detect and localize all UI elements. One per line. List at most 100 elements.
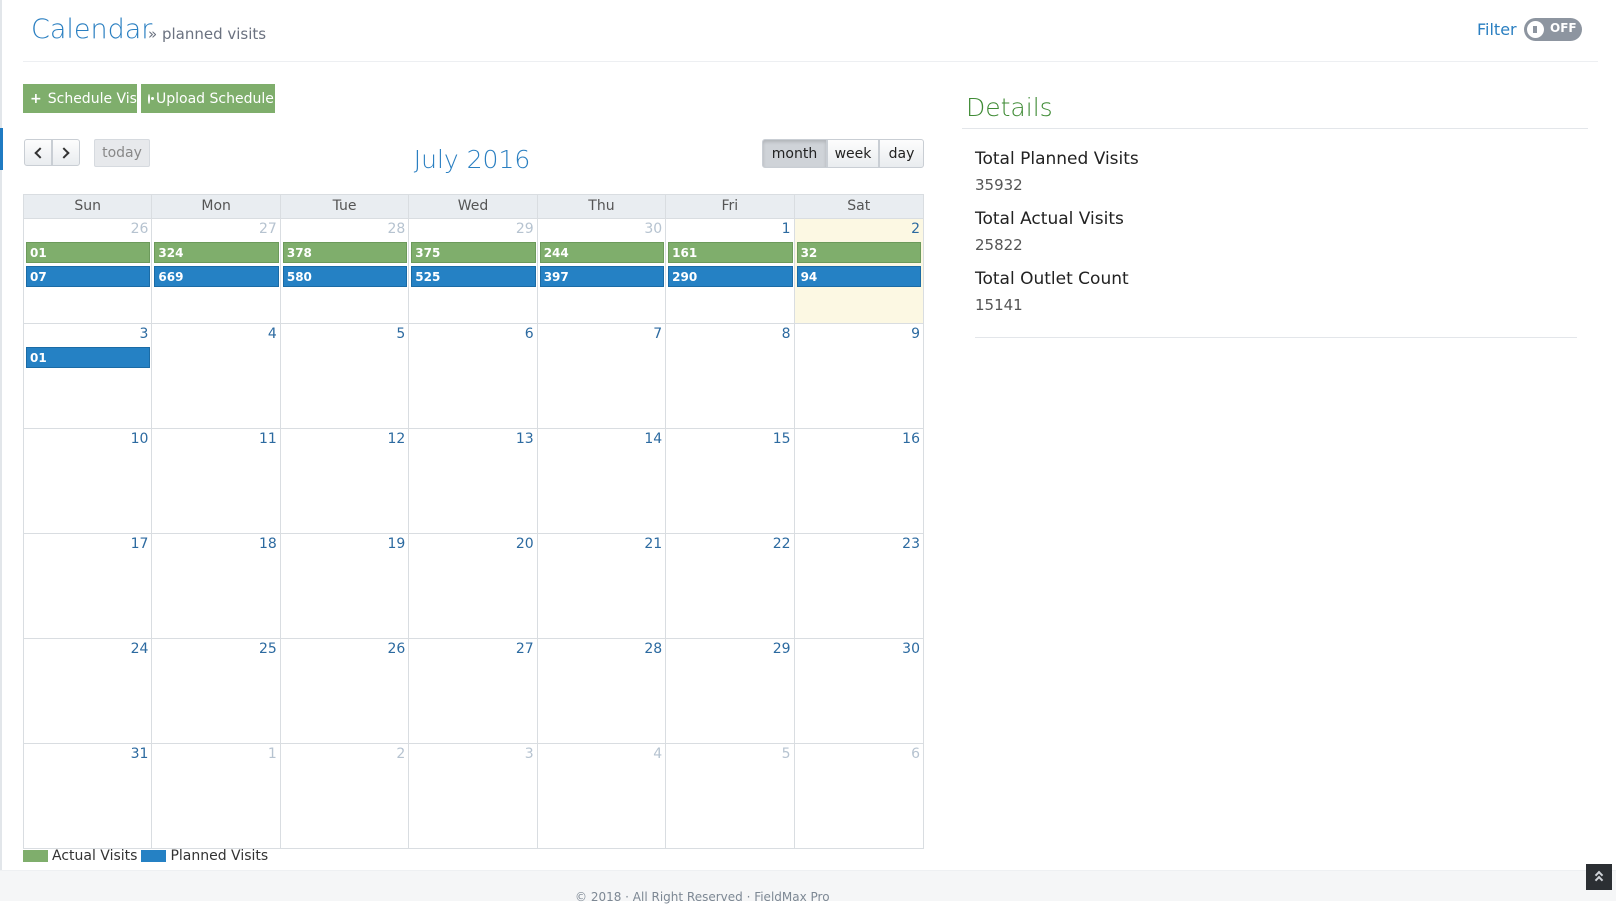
week-events: 01 324 378 375 244 161 32 07 669 580 525 397 290 94 — [24, 242, 923, 287]
day-cell[interactable]: 5 — [666, 744, 795, 848]
legend-swatch-actual — [23, 850, 48, 862]
plus-icon: + — [30, 90, 42, 107]
filter-toggle[interactable]: OFF — [1524, 18, 1582, 41]
upload-circle-icon — [148, 93, 154, 104]
day-cell[interactable]: 14 — [538, 429, 667, 533]
calendar-week-row: 24 25 26 27 28 29 30 — [24, 639, 923, 744]
day-cell[interactable]: 10 — [24, 429, 153, 533]
weekday-label: Sun — [24, 195, 153, 218]
day-cell[interactable]: 22 — [666, 534, 795, 638]
view-month-button[interactable]: month — [762, 139, 827, 168]
stat-value-planned: 35932 — [975, 176, 1023, 194]
calendar-weeks: 26 27 28 29 30 1 2 01 324 378 375 244 161 32 07 669 580 5… — [24, 219, 923, 848]
day-cell[interactable]: 29 — [666, 639, 795, 743]
calendar-week-row: 26 27 28 29 30 1 2 01 324 378 375 244 161 32 07 669 580 5… — [24, 219, 923, 324]
weekday-label: Wed — [409, 195, 538, 218]
calendar-week-row: 3 4 5 6 7 8 9 01 — [24, 324, 923, 429]
day-cell[interactable]: 11 — [152, 429, 281, 533]
weekday-label: Thu — [538, 195, 667, 218]
calendar-grid: Sun Mon Tue Wed Thu Fri Sat 26 27 28 29 30 1 2 01 324 3… — [23, 194, 924, 849]
actual-visits-event[interactable]: 32 — [796, 242, 921, 263]
weekday-label: Sat — [847, 198, 871, 214]
stat-label-actual: Total Actual Visits — [975, 209, 1124, 229]
day-cell[interactable]: 3 — [24, 324, 153, 428]
view-week-button[interactable]: week — [827, 139, 879, 168]
day-cell[interactable]: 7 — [538, 324, 667, 428]
stat-label-outlets: Total Outlet Count — [975, 269, 1129, 289]
footer: © 2018 · All Right Reserved · FieldMax P… — [0, 870, 1616, 904]
planned-visits-event[interactable]: 580 — [282, 266, 408, 287]
details-divider — [962, 128, 1588, 129]
day-cell[interactable]: 6 — [795, 744, 923, 848]
day-cell[interactable]: 9 — [795, 324, 923, 428]
day-cell[interactable]: 21 — [538, 534, 667, 638]
weekday-label: Tue — [281, 195, 410, 218]
planned-visits-event[interactable]: 94 — [796, 266, 921, 287]
day-cell[interactable]: 4 — [538, 744, 667, 848]
week-events: 01 — [24, 347, 923, 368]
weekday-label: Mon — [152, 195, 281, 218]
planned-visits-event[interactable]: 01 — [26, 347, 151, 368]
day-cell[interactable]: 20 — [409, 534, 538, 638]
day-cell[interactable]: 23 — [795, 534, 923, 638]
day-cell[interactable]: 19 — [281, 534, 410, 638]
day-cell[interactable]: 15 — [666, 429, 795, 533]
calendar-week-row: 17 18 19 20 21 22 23 — [24, 534, 923, 639]
day-cell[interactable]: 5 — [281, 324, 410, 428]
day-cell[interactable]: 30 — [795, 639, 923, 743]
day-cell[interactable]: 18 — [152, 534, 281, 638]
planned-visits-event[interactable]: 669 — [154, 266, 279, 287]
page-title: Calendar — [31, 14, 153, 45]
weekday-label: Fri — [666, 195, 795, 218]
day-cell[interactable]: 16 — [795, 429, 923, 533]
details-title: Details — [966, 93, 1053, 122]
upload-schedule-button[interactable]: Upload Schedule — [141, 84, 275, 113]
day-cell[interactable]: 6 — [409, 324, 538, 428]
footer-text: © 2018 · All Right Reserved · FieldMax P… — [575, 890, 830, 904]
day-cell[interactable]: 1 — [152, 744, 281, 848]
planned-visits-event[interactable]: 290 — [668, 266, 793, 287]
stat-value-actual: 25822 — [975, 236, 1023, 254]
day-cell[interactable]: 26 — [281, 639, 410, 743]
view-day-button[interactable]: day — [879, 139, 924, 168]
actual-visits-event[interactable]: 01 — [26, 242, 151, 263]
legend-swatch-planned — [141, 850, 167, 862]
day-cell[interactable]: 8 — [666, 324, 795, 428]
legend-label-actual: Actual Visits — [52, 848, 138, 864]
double-chevron-up-icon — [1596, 871, 1603, 883]
header-divider — [23, 61, 1598, 62]
stat-label-planned: Total Planned Visits — [975, 149, 1139, 169]
schedule-visit-button[interactable]: + Schedule Visit — [23, 84, 146, 113]
day-cell[interactable]: 24 — [24, 639, 153, 743]
day-cell[interactable]: 28 — [538, 639, 667, 743]
filter-link[interactable]: Filter — [1477, 20, 1517, 39]
upload-schedule-label: Upload Schedule — [156, 90, 274, 107]
scroll-to-top-button[interactable] — [1586, 864, 1612, 890]
planned-visits-event[interactable]: 525 — [411, 266, 536, 287]
day-cell[interactable]: 25 — [152, 639, 281, 743]
day-cell[interactable]: 31 — [24, 744, 153, 848]
day-cell[interactable]: 17 — [24, 534, 153, 638]
actual-visits-event[interactable]: 324 — [154, 242, 279, 263]
day-cell[interactable]: 27 — [409, 639, 538, 743]
schedule-visit-label: Schedule Visit — [47, 90, 147, 107]
toggle-state-label: OFF — [1550, 21, 1577, 35]
planned-visits-event[interactable]: 07 — [26, 266, 151, 287]
breadcrumb: » planned visits — [148, 25, 267, 43]
stat-value-outlets: 15141 — [975, 296, 1023, 314]
calendar-week-row: 10 11 12 13 14 15 16 — [24, 429, 923, 534]
planned-visits-event[interactable]: 397 — [539, 266, 665, 287]
legend: Actual Visits Planned Visits — [23, 848, 272, 864]
calendar-week-row: 31 1 2 3 4 5 6 — [24, 744, 923, 848]
day-cell[interactable]: 2 — [281, 744, 410, 848]
day-cell[interactable]: 13 — [409, 429, 538, 533]
day-cell[interactable]: 3 — [409, 744, 538, 848]
legend-label-planned: Planned Visits — [170, 848, 269, 864]
weekday-header: Sun Mon Tue Wed Thu Fri Sat — [24, 195, 923, 219]
day-cell[interactable]: 4 — [152, 324, 281, 428]
day-cell[interactable]: 12 — [281, 429, 410, 533]
actual-visits-event[interactable]: 161 — [668, 242, 793, 263]
actual-visits-event[interactable]: 244 — [539, 242, 665, 263]
actual-visits-event[interactable]: 375 — [411, 242, 536, 263]
actual-visits-event[interactable]: 378 — [282, 242, 408, 263]
